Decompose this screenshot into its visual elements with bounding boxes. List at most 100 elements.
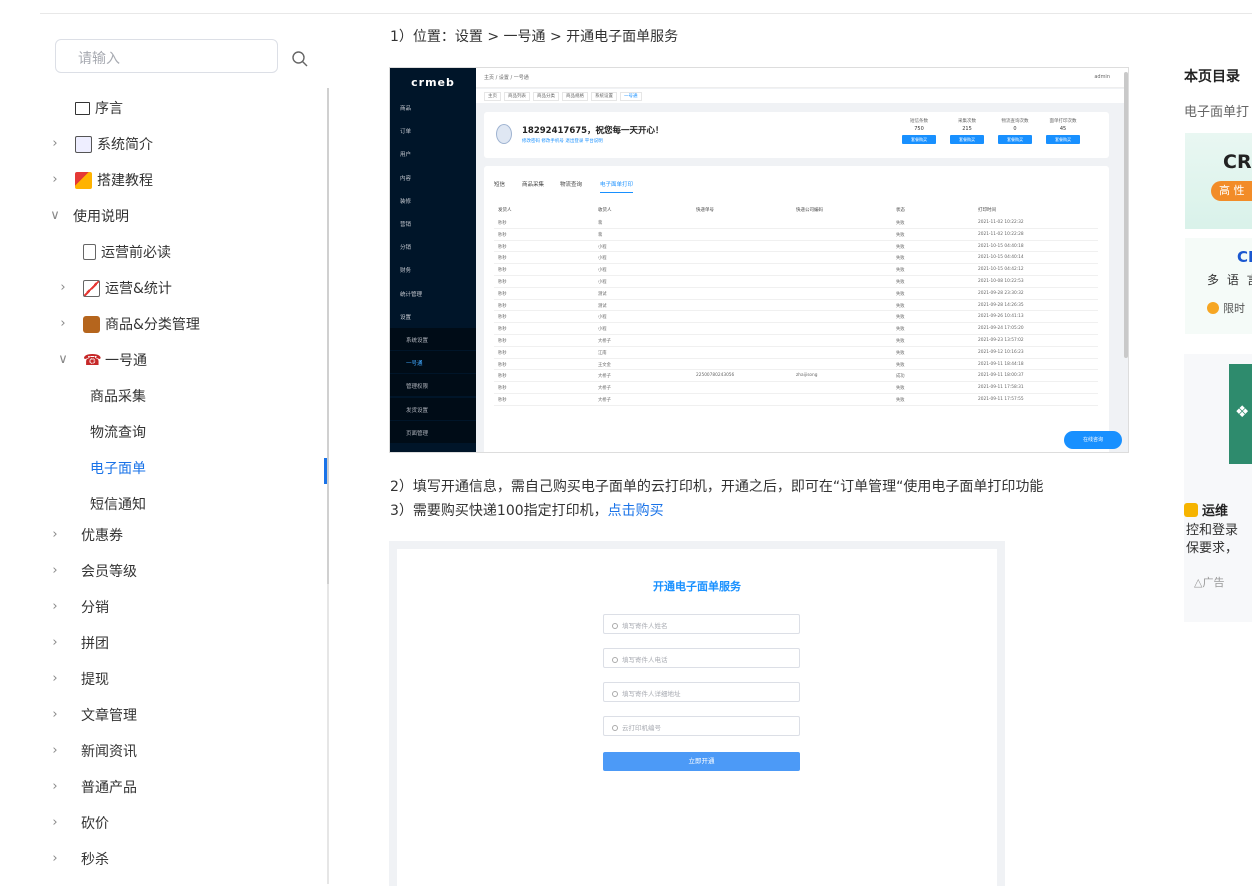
form-field-placeholder: 云打印机编号 <box>622 724 661 732</box>
table-header: 打印时间 <box>978 208 996 213</box>
ad-banner-2[interactable]: CI 多 语 言 | 限时 <box>1185 238 1252 334</box>
account-links: 修改密码 修改手机号 退出登录 平台说明 <box>522 139 603 144</box>
admin-screenshot: crmeb 商品 订单 用户 内容 装修 营销 分销 财务 统计管理 设置 系统设置 一号通 管理权限发… <box>389 67 1129 453</box>
chevron-right-icon[interactable]: › <box>49 707 61 722</box>
search-icon[interactable] <box>291 50 309 68</box>
table-cell: 秒秒 <box>498 268 507 274</box>
table-cell: 秒秒 <box>498 280 507 285</box>
table-cell: 小程 <box>598 280 607 285</box>
content-tab: 物流查询 <box>560 182 583 188</box>
sidebar-item[interactable]: › 新闻资讯 <box>52 740 137 762</box>
chevron-right-icon[interactable]: › <box>49 527 61 542</box>
chevron-right-icon[interactable]: › <box>49 671 61 686</box>
ad-label: △广告 <box>1194 576 1225 589</box>
sidebar-item[interactable]: › 优惠券 <box>52 524 123 546</box>
user-icon <box>612 657 618 663</box>
table-cell: 失败 <box>896 386 905 392</box>
sidebar-item[interactable]: › 普通产品 <box>52 776 137 798</box>
chevron-right-icon[interactable]: › <box>57 316 69 331</box>
table-cell: 失败 <box>896 232 905 238</box>
table-row: 秒秒 小程 失败 2021-09-26 10:41:13 <box>494 311 1098 324</box>
sidebar-item[interactable]: › 商品&分类管理 <box>60 313 200 335</box>
table-cell: 秒秒 <box>498 374 507 380</box>
sidebar-item-label: 短信通知 <box>90 497 146 513</box>
chevron-right-icon[interactable]: › <box>49 815 61 830</box>
sidebar-item[interactable]: ∨ ☎ 一号通 <box>58 349 147 371</box>
stat-buy-button: 套餐购买 <box>950 135 984 144</box>
table-cell: 秒秒 <box>498 350 507 356</box>
ad-banner-3[interactable]: 运维 控和登录保要求， △广告 <box>1184 354 1252 622</box>
toc-title: 本页目录 <box>1184 69 1240 85</box>
table-cell: 秒秒 <box>498 315 507 321</box>
chevron-right-icon[interactable]: › <box>49 599 61 614</box>
form-field: 填写寄件人姓名 <box>603 614 800 634</box>
admin-tab: 商品分类 <box>533 92 559 101</box>
phone-icon: ☎ <box>83 350 102 369</box>
sidebar-item[interactable]: › 拼团 <box>52 632 109 654</box>
chevron-right-icon[interactable]: › <box>49 136 61 151</box>
sidebar-item-label: 商品&分类管理 <box>105 317 200 333</box>
table-cell: 失败 <box>896 303 905 309</box>
chevron-right-icon[interactable]: › <box>49 635 61 650</box>
table-cell: 秒秒 <box>498 327 507 333</box>
chevron-right-icon[interactable]: › <box>49 779 61 794</box>
table-row: 秒秒 蒋 失败 2021-11-02 10:22:28 <box>494 229 1098 241</box>
table-cell: 小程 <box>598 256 607 262</box>
chevron-right-icon[interactable]: › <box>57 280 69 295</box>
sidebar-item[interactable]: › 砍价 <box>52 812 109 834</box>
sidebar-scrollbar-thumb[interactable] <box>327 88 329 584</box>
chevron-right-icon[interactable]: › <box>49 851 61 866</box>
table-cell: 2021-09-11 17:58:31 <box>978 385 1024 391</box>
stat-value: 750 <box>914 126 924 132</box>
table-cell: 小程 <box>598 327 607 333</box>
form-field-placeholder: 填写寄件人电话 <box>622 656 668 664</box>
sidebar-item-label: 分销 <box>81 600 109 616</box>
chevron-down-icon[interactable]: ∨ <box>49 208 61 223</box>
sidebar-item[interactable]: 商品采集 <box>90 385 146 407</box>
table-row: 秒秒 蒋 失败 2021-11-02 10:22:32 <box>494 217 1098 229</box>
sidebar-item[interactable]: › 会员等级 <box>52 560 137 582</box>
chevron-right-icon[interactable]: › <box>49 743 61 758</box>
sidebar-item[interactable]: 运营前必读 <box>83 241 171 263</box>
chevron-right-icon[interactable]: › <box>49 172 61 187</box>
buy-printer-link[interactable]: 点击购买 <box>608 503 664 519</box>
table-cell: 2021-10-08 10:22:53 <box>978 279 1024 284</box>
table-cell: 秒秒 <box>498 398 507 403</box>
form-title: 开通电子面单服务 <box>653 580 741 593</box>
sidebar-item-label: 会员等级 <box>81 564 137 580</box>
sidebar-item[interactable]: 物流查询 <box>90 421 146 443</box>
ad-banner-1[interactable]: CR 高 性 <box>1185 133 1252 229</box>
table-cell: 2021-11-02 10:22:32 <box>978 220 1024 225</box>
sidebar-item[interactable]: › 提现 <box>52 668 109 690</box>
sidebar-item[interactable]: ∨ 使用说明 <box>50 205 129 227</box>
chevron-down-icon[interactable]: ∨ <box>57 352 69 367</box>
table-cell: 失败 <box>896 244 905 250</box>
form-field: 云打印机编号 <box>603 716 800 736</box>
table-cell: 2021-10-15 04:42:12 <box>978 267 1024 273</box>
sidebar-item-label: 序言 <box>95 101 123 117</box>
sidebar-item-label: 提现 <box>81 672 109 688</box>
admin-menu-item: 财务 <box>400 268 412 275</box>
table-header: 快递单号 <box>696 208 714 213</box>
table-cell: zhaijisong <box>796 373 818 379</box>
sidebar-item[interactable]: › 文章管理 <box>52 704 137 726</box>
search-input[interactable]: 请输入 <box>55 39 278 73</box>
admin-tabs: 主页 商品列表 商品分类 商品规格 系统设置 一号通 <box>476 89 1128 103</box>
sidebar-item[interactable]: › 秒杀 <box>52 848 109 870</box>
sidebar-item-label: 拼团 <box>81 636 109 652</box>
sidebar-item[interactable]: › 运营&统计 <box>60 277 172 299</box>
sidebar-item[interactable]: › 分销 <box>52 596 109 618</box>
admin-menu-item: 一号通 <box>390 351 476 374</box>
sidebar-item[interactable]: › 系统简介 <box>52 133 153 155</box>
table-cell: 大桥子 <box>598 374 611 380</box>
chevron-right-icon[interactable]: › <box>49 563 61 578</box>
sidebar-item-label: 使用说明 <box>73 209 129 225</box>
sidebar-item[interactable]: 电子面单 <box>90 457 146 479</box>
sidebar-item[interactable]: 短信通知 <box>90 493 146 515</box>
toc-item[interactable]: 电子面单打 <box>1184 101 1249 120</box>
sidebar-item[interactable]: 序言 <box>75 97 123 119</box>
ad1-pill: 高 性 <box>1211 181 1252 201</box>
sidebar-item[interactable]: › 搭建教程 <box>52 169 153 191</box>
table-cell: 测试 <box>598 291 607 297</box>
admin-menu-item: 统计管理 <box>400 291 423 298</box>
